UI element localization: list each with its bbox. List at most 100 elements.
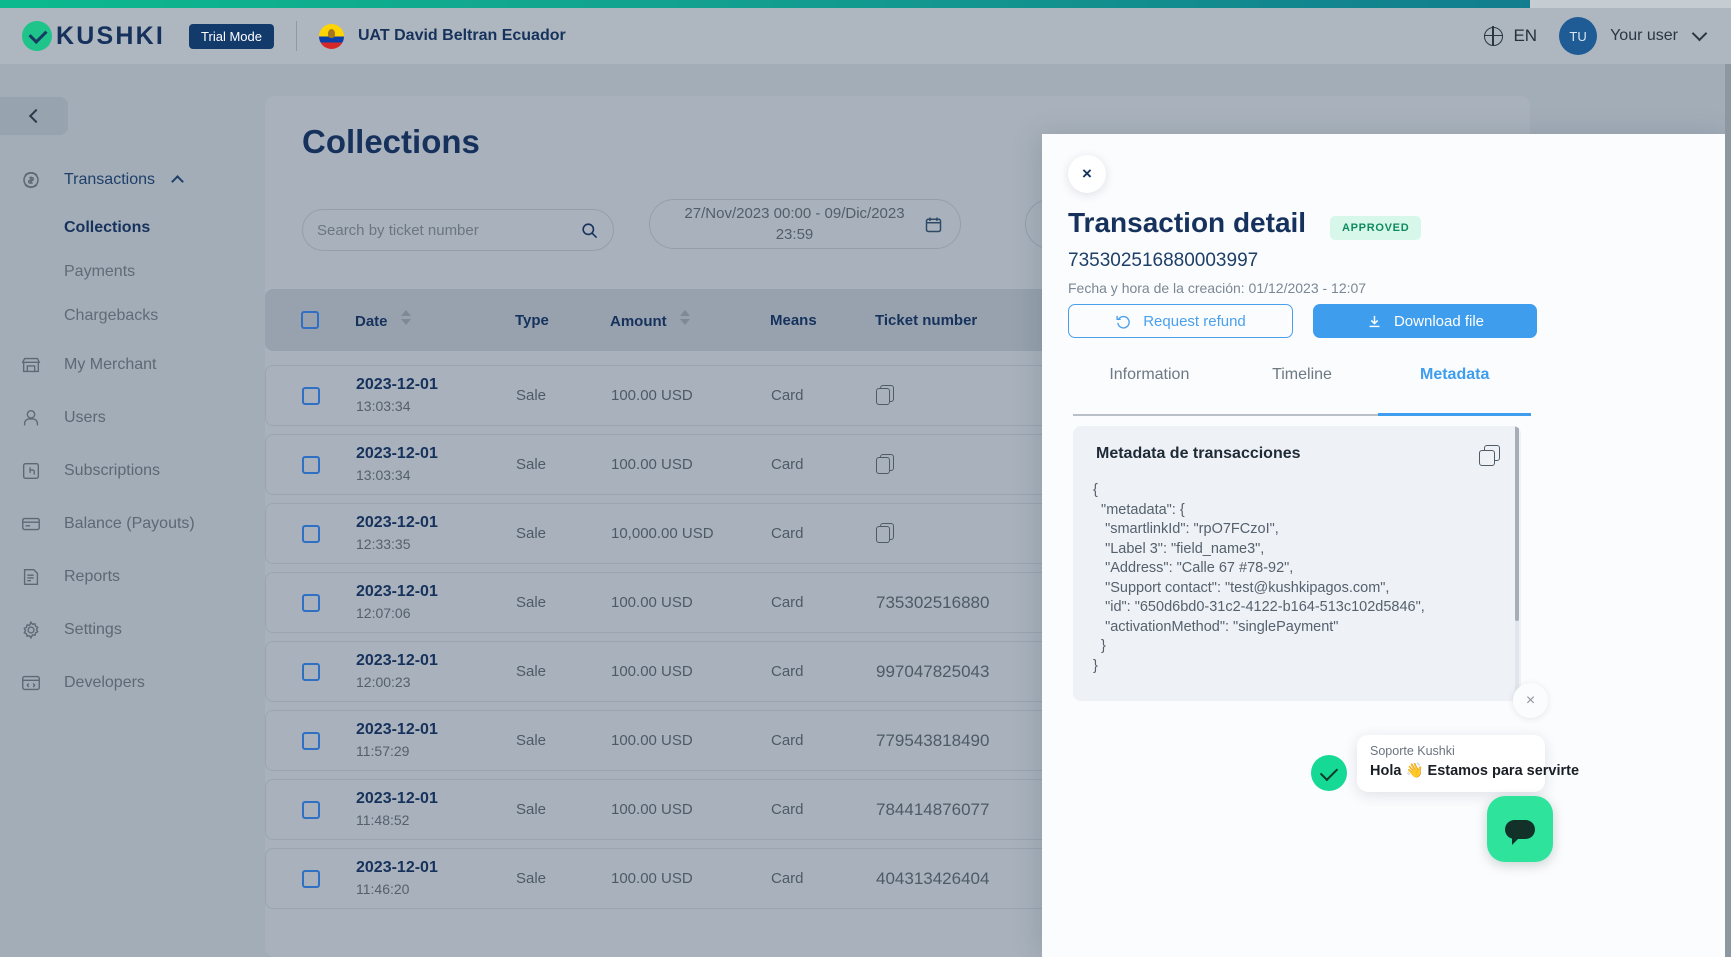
date-range-picker[interactable]: 27/Nov/2023 00:00 - 09/Dic/2023 23:59 <box>649 199 961 249</box>
cell-ticket-value: 997047825043 <box>876 661 990 681</box>
sidebar-item-label: Collections <box>64 219 151 236</box>
select-all-checkbox[interactable] <box>265 311 355 329</box>
cell-time-value: 13:03:34 <box>356 398 411 414</box>
brand-name: KUSHKI <box>56 21 166 50</box>
chevron-down-icon[interactable] <box>1691 25 1708 42</box>
request-refund-button[interactable]: Request refund <box>1068 304 1293 338</box>
column-header-date[interactable]: Date <box>355 309 515 330</box>
merchant-name: UAT David Beltran Ecuador <box>357 27 566 44</box>
sidebar-item-payments[interactable]: Payments <box>0 250 265 294</box>
sidebar-item-subscriptions[interactable]: Subscriptions <box>0 444 265 497</box>
cell-date-value: 2023-12-01 <box>356 445 438 462</box>
sort-icon[interactable] <box>400 309 411 325</box>
row-checkbox[interactable] <box>266 386 356 405</box>
cell-time-value: 12:33:35 <box>356 536 411 552</box>
request-refund-label: Request refund <box>1143 312 1246 330</box>
copy-icon[interactable] <box>876 454 895 475</box>
metadata-title: Metadata de transacciones <box>1096 445 1301 462</box>
header-divider <box>295 21 297 51</box>
search-input[interactable]: Search by ticket number <box>302 209 614 251</box>
cell-time-value: 11:46:20 <box>356 881 410 897</box>
cell-amount: 100.00 USD <box>611 594 693 611</box>
column-label: Date <box>355 312 388 330</box>
chat-message: Hola 👋 Estamos para servirte <box>1370 763 1580 779</box>
metadata-scrollbar[interactable] <box>1515 426 1519 701</box>
sidebar-item-transactions[interactable]: Transactions <box>0 153 265 206</box>
brand-logo[interactable]: KUSHKI <box>22 21 165 51</box>
chat-bubble-icon <box>1505 819 1535 845</box>
chat-launcher-button[interactable] <box>1487 796 1553 862</box>
brand-accent-bar <box>0 0 1530 8</box>
sort-icon[interactable] <box>679 309 690 325</box>
trial-mode-badge: Trial Mode <box>189 23 274 49</box>
sidebar-item-chargebacks[interactable]: Chargebacks <box>0 294 265 338</box>
metadata-panel: Metadata de transacciones { "metadata": … <box>1073 426 1521 701</box>
row-checkbox[interactable] <box>266 662 356 681</box>
cell-means: Card <box>771 870 804 887</box>
cell-type: Sale <box>516 801 547 818</box>
cell-date-value: 2023-12-01 <box>356 790 438 807</box>
cell-means: Card <box>771 663 804 680</box>
row-checkbox[interactable] <box>266 800 356 819</box>
cell-date-value: 2023-12-01 <box>356 583 438 600</box>
cell-time-value: 12:00:23 <box>356 674 411 690</box>
sidebar-item-label: Settings <box>64 620 122 638</box>
cell-amount: 100.00 USD <box>611 870 693 887</box>
cell-date: 2023-12-01 13:03:34 <box>356 376 516 415</box>
sidebar-item-label: Payments <box>64 263 136 280</box>
sidebar-item-developers[interactable]: Developers <box>0 656 265 709</box>
column-header-means[interactable]: Means <box>770 312 875 329</box>
sidebar-item-label: Subscriptions <box>64 461 161 479</box>
metadata-json: { "metadata": { "smartlinkId": "rpO7FCzo… <box>1093 482 1425 674</box>
sidebar: Transactions Collections Payments Charge… <box>0 64 265 957</box>
search-icon[interactable] <box>580 221 599 240</box>
tab-timeline[interactable]: Timeline <box>1226 366 1379 414</box>
cell-type: Sale <box>516 456 547 473</box>
language-selector[interactable]: EN <box>1513 26 1537 46</box>
row-checkbox[interactable] <box>266 524 356 543</box>
page-scrollbar[interactable] <box>1725 64 1731 957</box>
sidebar-collapse-button[interactable] <box>0 97 68 135</box>
sidebar-item-collections[interactable]: Collections <box>0 206 265 250</box>
tab-metadata[interactable]: Metadata <box>1378 366 1532 416</box>
row-checkbox[interactable] <box>266 869 356 888</box>
cell-date: 2023-12-01 13:03:34 <box>356 445 516 484</box>
transaction-ticket-number: 735302516880003997 <box>1068 250 1259 271</box>
sidebar-item-reports[interactable]: Reports <box>0 550 265 603</box>
column-header-type[interactable]: Type <box>515 312 610 329</box>
chat-message-bubble[interactable]: Soporte Kushki Hola 👋 Estamos para servi… <box>1357 735 1580 792</box>
username-label[interactable]: Your user <box>1610 27 1678 45</box>
chevron-up-icon[interactable] <box>171 175 184 188</box>
sidebar-item-my-merchant[interactable]: My Merchant <box>0 338 265 391</box>
cell-date-value: 2023-12-01 <box>356 859 438 876</box>
sidebar-item-users[interactable]: Users <box>0 391 265 444</box>
chat-avatar <box>1311 755 1347 791</box>
cell-amount: 100.00 USD <box>611 456 693 473</box>
row-checkbox[interactable] <box>266 593 356 612</box>
cell-time-value: 11:57:29 <box>356 743 410 759</box>
cell-amount: 100.00 USD <box>611 663 693 680</box>
drawer-tabs: Information Timeline Metadata <box>1073 366 1532 416</box>
cell-type: Sale <box>516 870 547 887</box>
sidebar-item-label: Chargebacks <box>64 307 159 324</box>
tab-information[interactable]: Information <box>1073 366 1226 414</box>
row-checkbox[interactable] <box>266 455 356 474</box>
column-header-amount[interactable]: Amount <box>610 309 770 330</box>
search-placeholder: Search by ticket number <box>317 221 479 239</box>
sidebar-item-balance-payouts[interactable]: Balance (Payouts) <box>0 497 265 550</box>
cell-means: Card <box>771 456 804 473</box>
cell-date: 2023-12-01 11:48:52 <box>356 790 516 829</box>
row-checkbox[interactable] <box>266 731 356 750</box>
avatar[interactable]: TU <box>1559 17 1598 55</box>
download-file-button[interactable]: Download file <box>1313 304 1537 338</box>
copy-icon[interactable] <box>876 523 895 544</box>
globe-icon[interactable] <box>1483 25 1504 46</box>
cell-ticket-value: 404313426404 <box>876 868 990 888</box>
close-icon[interactable]: × <box>1068 155 1106 193</box>
cell-ticket-value: 784414876077 <box>876 799 990 819</box>
sidebar-item-settings[interactable]: Settings <box>0 603 265 656</box>
copy-icon[interactable] <box>876 385 895 406</box>
copy-icon[interactable] <box>1479 445 1501 467</box>
refund-icon <box>1116 315 1130 328</box>
chat-close-icon[interactable]: × <box>1513 683 1548 718</box>
